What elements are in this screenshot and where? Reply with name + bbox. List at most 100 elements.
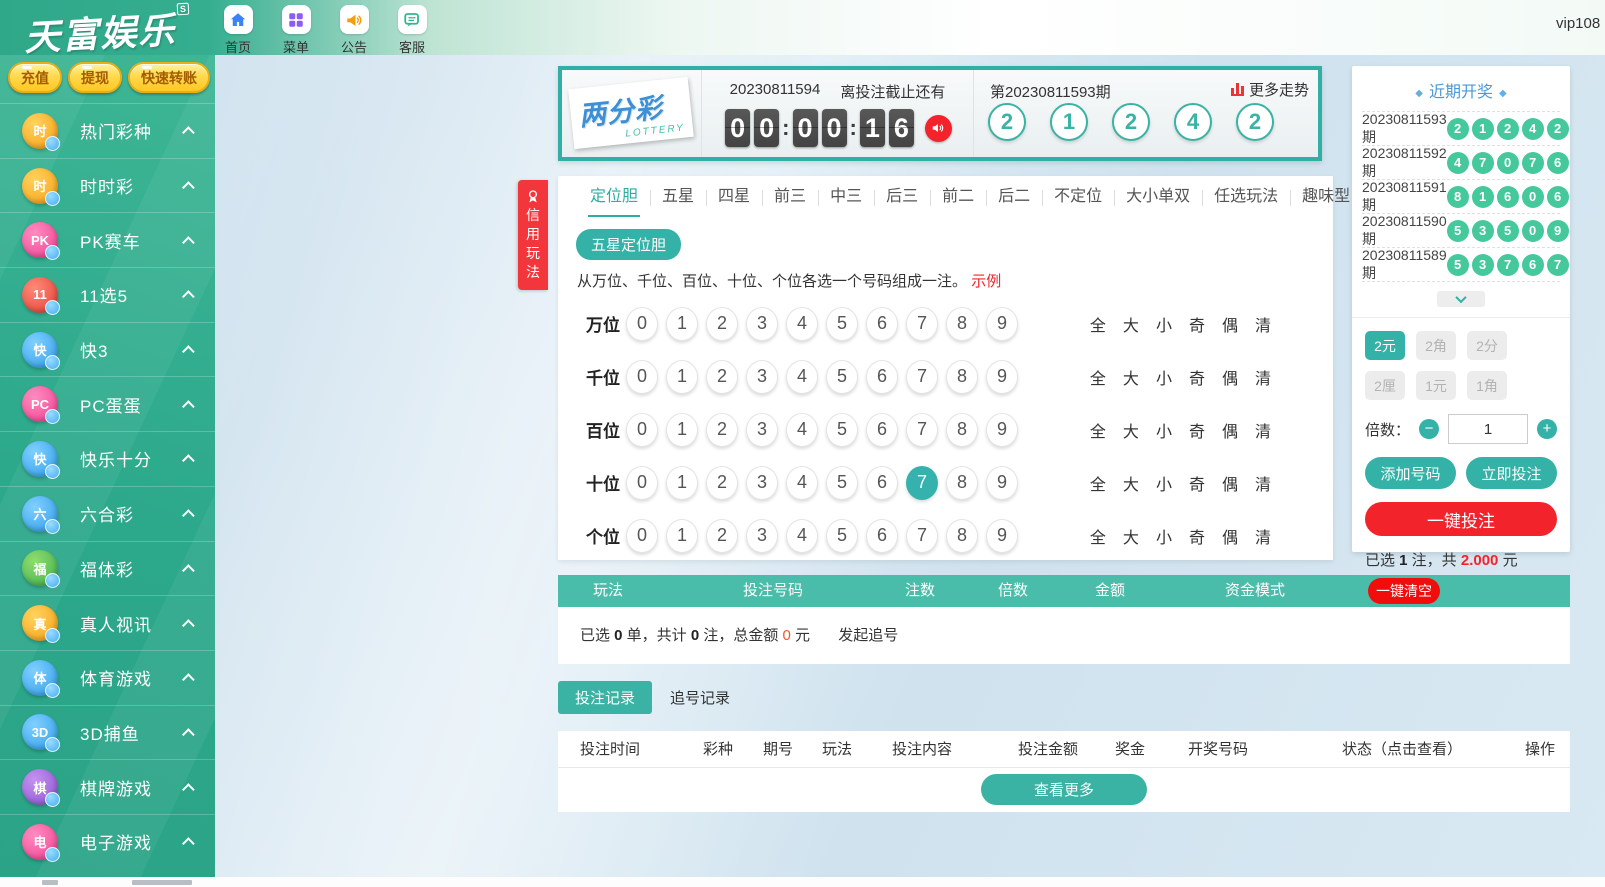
- tab-qianer[interactable]: 前二: [930, 177, 986, 217]
- site-logo[interactable]: 天富娱乐S: [23, 1, 192, 62]
- credit-play-tab[interactable]: 信 用 玩 法: [518, 180, 548, 290]
- sidebar-item-liuhecai[interactable]: 六 六合彩: [0, 486, 215, 541]
- number-ball[interactable]: 1: [666, 307, 698, 341]
- select-small[interactable]: 小: [1156, 524, 1172, 548]
- number-ball[interactable]: 9: [986, 519, 1018, 553]
- number-ball[interactable]: 3: [746, 519, 778, 553]
- number-ball[interactable]: 3: [746, 360, 778, 394]
- number-ball[interactable]: 2: [706, 360, 738, 394]
- number-ball[interactable]: 6: [866, 466, 898, 500]
- tab-daxiaodanshuang[interactable]: 大小单双: [1114, 177, 1202, 217]
- multiplier-minus-button[interactable]: −: [1419, 419, 1439, 439]
- sound-toggle-button[interactable]: [925, 115, 952, 142]
- select-odd[interactable]: 奇: [1189, 365, 1205, 389]
- recharge-button[interactable]: 充值: [8, 62, 62, 93]
- number-ball[interactable]: 0: [626, 413, 658, 447]
- number-ball[interactable]: 7: [906, 413, 938, 447]
- number-ball[interactable]: 4: [786, 360, 818, 394]
- sidebar-item-shishicai[interactable]: 时 时时彩: [0, 158, 215, 213]
- nav-item-menu[interactable]: 菜单: [273, 5, 319, 56]
- select-clear[interactable]: 清: [1255, 471, 1271, 495]
- number-ball[interactable]: 2: [706, 307, 738, 341]
- number-ball[interactable]: 9: [986, 360, 1018, 394]
- number-ball[interactable]: 5: [826, 413, 858, 447]
- number-ball[interactable]: 1: [666, 413, 698, 447]
- number-ball[interactable]: 0: [626, 466, 658, 500]
- sidebar-item-kuaile10[interactable]: 快 快乐十分: [0, 431, 215, 486]
- number-ball[interactable]: 4: [786, 466, 818, 500]
- select-big[interactable]: 大: [1123, 312, 1139, 336]
- tab-houer[interactable]: 后二: [986, 177, 1042, 217]
- multiplier-plus-button[interactable]: +: [1537, 419, 1557, 439]
- select-even[interactable]: 偶: [1222, 312, 1238, 336]
- number-ball[interactable]: 1: [666, 360, 698, 394]
- sidebar-item-pk-racing[interactable]: PK PK赛车: [0, 212, 215, 267]
- select-big[interactable]: 大: [1123, 418, 1139, 442]
- number-ball[interactable]: 7: [906, 307, 938, 341]
- username[interactable]: vip108: [1556, 15, 1600, 32]
- number-ball[interactable]: 3: [746, 413, 778, 447]
- tab-sixing[interactable]: 四星: [706, 177, 762, 217]
- one-key-bet-button[interactable]: 一键投注: [1365, 502, 1557, 536]
- number-ball[interactable]: 2: [706, 519, 738, 553]
- number-ball[interactable]: 4: [786, 307, 818, 341]
- sidebar-item-3d-fishing[interactable]: 3D 3D捕鱼: [0, 705, 215, 760]
- money-option-2jiao[interactable]: 2角: [1416, 331, 1456, 360]
- more-trend-link[interactable]: 更多走势: [1231, 79, 1309, 100]
- sidebar-item-futicai[interactable]: 福 福体彩: [0, 541, 215, 596]
- number-ball[interactable]: 5: [826, 466, 858, 500]
- number-ball[interactable]: 0: [626, 360, 658, 394]
- withdraw-button[interactable]: 提现: [68, 62, 122, 93]
- select-odd[interactable]: 奇: [1189, 312, 1205, 336]
- number-ball[interactable]: 8: [946, 466, 978, 500]
- select-small[interactable]: 小: [1156, 418, 1172, 442]
- sidebar-item-11x5[interactable]: 11 11选5: [0, 267, 215, 322]
- number-ball[interactable]: 2: [706, 413, 738, 447]
- number-ball[interactable]: 9: [986, 466, 1018, 500]
- multiplier-input[interactable]: [1448, 414, 1528, 444]
- number-ball[interactable]: 8: [946, 519, 978, 553]
- select-clear[interactable]: 清: [1255, 365, 1271, 389]
- number-ball[interactable]: 7: [906, 519, 938, 553]
- number-ball[interactable]: 6: [866, 413, 898, 447]
- select-small[interactable]: 小: [1156, 471, 1172, 495]
- example-link[interactable]: 示例: [971, 273, 1001, 290]
- number-ball[interactable]: 4: [786, 519, 818, 553]
- select-all[interactable]: 全: [1090, 312, 1106, 336]
- select-clear[interactable]: 清: [1255, 312, 1271, 336]
- number-ball-selected[interactable]: 7: [906, 466, 938, 500]
- number-ball[interactable]: 0: [626, 519, 658, 553]
- number-ball[interactable]: 4: [786, 413, 818, 447]
- select-small[interactable]: 小: [1156, 312, 1172, 336]
- money-option-2yuan[interactable]: 2元: [1365, 331, 1405, 360]
- number-ball[interactable]: 0: [626, 307, 658, 341]
- select-odd[interactable]: 奇: [1189, 524, 1205, 548]
- number-ball[interactable]: 1: [666, 519, 698, 553]
- select-all[interactable]: 全: [1090, 365, 1106, 389]
- tab-housan[interactable]: 后三: [874, 177, 930, 217]
- select-big[interactable]: 大: [1123, 365, 1139, 389]
- number-ball[interactable]: 8: [946, 360, 978, 394]
- money-option-2li[interactable]: 2厘: [1365, 371, 1405, 400]
- money-option-2fen[interactable]: 2分: [1467, 331, 1507, 360]
- tab-budingwei[interactable]: 不定位: [1042, 177, 1114, 217]
- number-ball[interactable]: 2: [706, 466, 738, 500]
- add-number-button[interactable]: 添加号码: [1365, 457, 1456, 489]
- sidebar-item-live-video[interactable]: 真 真人视讯: [0, 595, 215, 650]
- number-ball[interactable]: 5: [826, 307, 858, 341]
- select-big[interactable]: 大: [1123, 524, 1139, 548]
- number-ball[interactable]: 3: [746, 307, 778, 341]
- nav-item-announcement[interactable]: 公告: [331, 5, 377, 56]
- nav-item-service[interactable]: 客服: [389, 5, 435, 56]
- nav-item-home[interactable]: 首页: [215, 5, 261, 56]
- select-all[interactable]: 全: [1090, 524, 1106, 548]
- tab-qiansan[interactable]: 前三: [762, 177, 818, 217]
- select-clear[interactable]: 清: [1255, 524, 1271, 548]
- money-option-1jiao[interactable]: 1角: [1467, 371, 1507, 400]
- number-ball[interactable]: 8: [946, 307, 978, 341]
- select-odd[interactable]: 奇: [1189, 471, 1205, 495]
- sidebar-item-pc-dandan[interactable]: PC PC蛋蛋: [0, 376, 215, 431]
- sidebar-item-board-games[interactable]: 棋 棋牌游戏: [0, 759, 215, 814]
- sidebar-item-hot-lottery[interactable]: 时 热门彩种: [0, 103, 215, 158]
- number-ball[interactable]: 5: [826, 360, 858, 394]
